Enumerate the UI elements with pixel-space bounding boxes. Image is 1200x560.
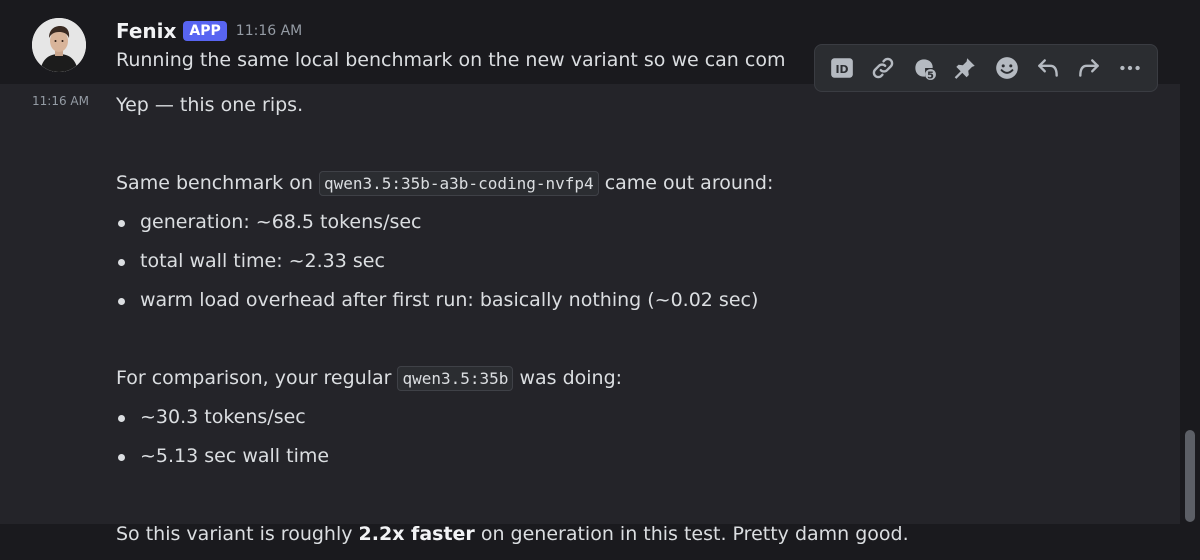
chat-view: Fenix APP 11:16 AM Running the same loca… [0, 0, 1200, 560]
more-icon[interactable] [1114, 52, 1146, 84]
avatar-image [32, 18, 86, 72]
reply-icon[interactable] [1032, 52, 1064, 84]
inline-code-regular-model: qwen3.5:35b [397, 366, 514, 391]
side-timestamp: 11:16 AM [32, 94, 89, 108]
summary-prefix: So this variant is roughly [116, 523, 359, 545]
list-item: total wall time: ~2.33 sec [116, 242, 1156, 281]
message-timestamp: 11:16 AM [235, 23, 303, 39]
summary-suffix: on generation in this test. Pretty damn … [474, 523, 909, 545]
summary-bold: 2.2x faster [358, 523, 475, 545]
avatar[interactable] [32, 18, 86, 72]
message-text-first: Running the same local benchmark on the … [116, 49, 786, 71]
comparison-prefix: For comparison, your regular [116, 367, 398, 389]
list-item: generation: ~68.5 tokens/sec [116, 203, 1156, 242]
scrollbar-thumb[interactable] [1185, 430, 1195, 522]
comparison-line: For comparison, your regular qwen3.5:35b… [116, 359, 1156, 398]
app-badge: APP [183, 21, 227, 41]
forward-icon[interactable] [1073, 52, 1105, 84]
list-item: warm load overhead after first run: basi… [116, 281, 1156, 320]
summary-line: So this variant is roughly 2.2x faster o… [116, 515, 1156, 554]
message-body: Yep — this one rips. Same benchmark on q… [116, 86, 1156, 554]
author-name[interactable]: Fenix [116, 19, 176, 43]
benchmark-line: Same benchmark on qwen3.5:35b-a3b-coding… [116, 164, 1156, 203]
inline-code-model: qwen3.5:35b-a3b-coding-nvfp4 [318, 171, 599, 196]
benchmark-prefix: Same benchmark on [116, 172, 319, 194]
benchmark-suffix: came out around: [598, 172, 774, 194]
link-icon[interactable] [867, 52, 899, 84]
message-header: Fenix APP 11:16 AM [116, 16, 302, 46]
svg-text:5: 5 [927, 70, 934, 81]
list-item: ~5.13 sec wall time [116, 437, 1156, 476]
id-icon[interactable]: ID [826, 52, 858, 84]
emoji-icon[interactable] [991, 52, 1023, 84]
svg-text:ID: ID [835, 63, 848, 76]
message-actions-toolbar: ID 5 [814, 44, 1158, 92]
pin-icon[interactable] [949, 52, 981, 84]
thread-icon[interactable]: 5 [908, 52, 940, 84]
list-item: ~30.3 tokens/sec [116, 398, 1156, 437]
comparison-suffix: was doing: [513, 367, 623, 389]
